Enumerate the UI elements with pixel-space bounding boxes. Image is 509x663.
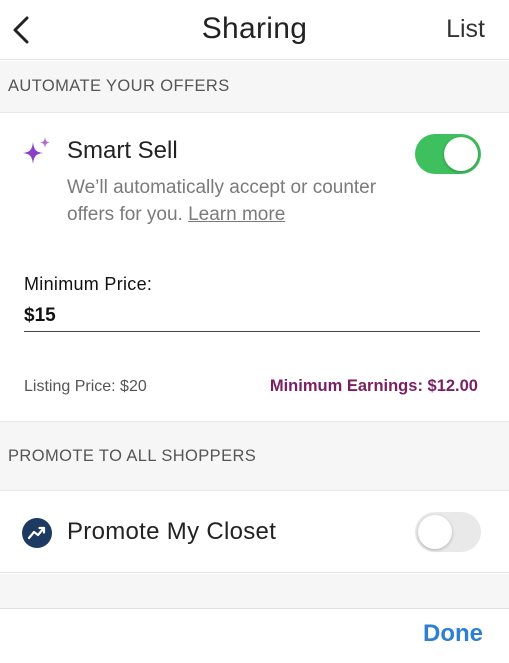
page-title: Sharing xyxy=(201,12,308,45)
back-button[interactable] xyxy=(6,12,36,48)
learn-more-link[interactable]: Learn more xyxy=(188,204,285,225)
smart-sell-title: Smart Sell xyxy=(67,137,178,164)
smart-sell-toggle[interactable] xyxy=(415,134,481,174)
promote-closet-label: Promote My Closet xyxy=(67,518,277,545)
trending-up-icon xyxy=(22,518,52,548)
toggle-knob xyxy=(444,137,478,171)
spacer xyxy=(0,574,509,608)
toggle-knob xyxy=(418,515,452,549)
minimum-price-label: Minimum Price: xyxy=(24,274,153,294)
section-header-promote: PROMOTE TO ALL SHOPPERS xyxy=(0,421,509,491)
sparkle-icon xyxy=(23,137,50,164)
minimum-earnings-text: Minimum Earnings: $12.00 xyxy=(269,377,478,395)
promote-closet-toggle[interactable] xyxy=(415,512,481,552)
smart-sell-description: We’ll automatically accept or counter of… xyxy=(67,174,397,228)
done-button[interactable]: Done xyxy=(423,620,483,648)
listing-price-text: Listing Price: $20 xyxy=(24,378,147,395)
chevron-left-icon xyxy=(13,16,29,44)
section-header-automate: AUTOMATE YOUR OFFERS xyxy=(0,61,509,113)
list-button[interactable]: List xyxy=(446,15,485,44)
minimum-price-input[interactable] xyxy=(24,300,480,332)
nav-bar: Sharing List xyxy=(0,0,509,60)
